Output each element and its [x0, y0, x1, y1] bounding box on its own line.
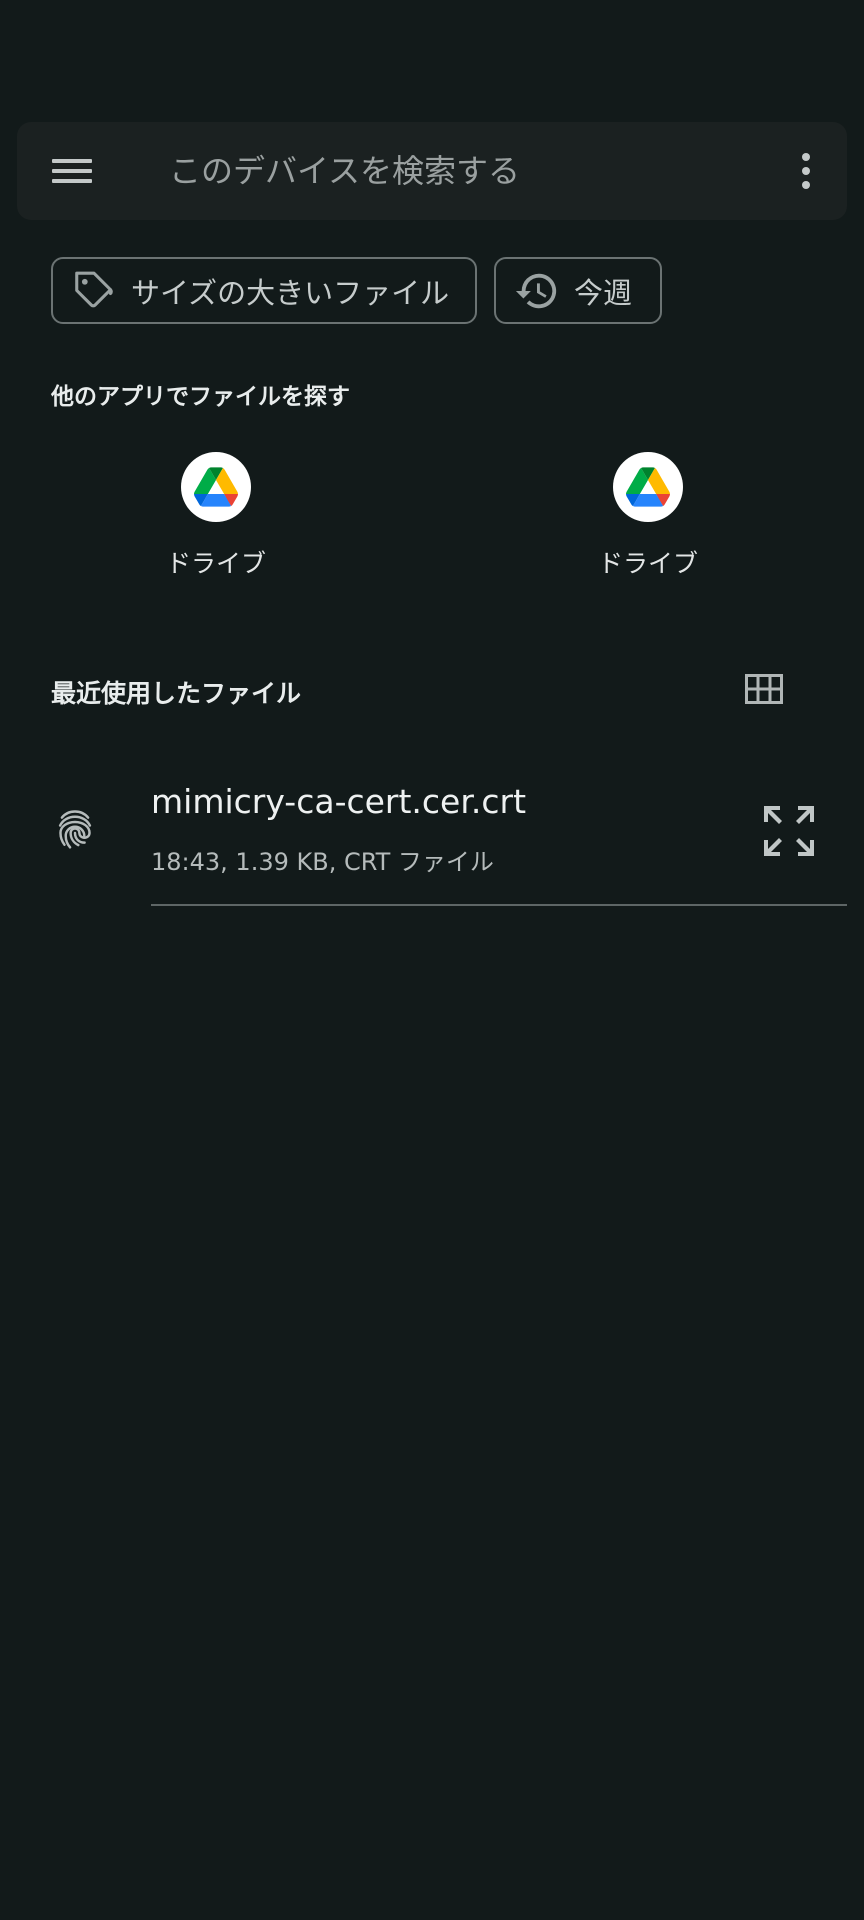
chip-label: サイズの大きいファイル: [131, 275, 450, 310]
google-drive-icon: [613, 452, 683, 522]
expand-icon[interactable]: [762, 804, 816, 858]
app-drive-2[interactable]: ドライブ: [548, 452, 748, 580]
other-apps-title: 他のアプリでファイルを探す: [51, 384, 350, 410]
history-icon: [515, 273, 557, 308]
fingerprint-icon: [58, 810, 92, 849]
recent-files-title: 最近使用したファイル: [51, 679, 302, 708]
app-label: ドライブ: [165, 549, 266, 578]
file-name: mimicry-ca-cert.cer.crt: [151, 782, 527, 821]
menu-icon[interactable]: [52, 151, 94, 191]
tag-icon: [75, 271, 113, 307]
divider: [151, 904, 847, 906]
app-drive-1[interactable]: ドライブ: [116, 452, 316, 580]
file-meta: 18:43, 1.39 KB, CRT ファイル: [151, 848, 494, 876]
grid-view-icon[interactable]: [745, 674, 783, 704]
google-drive-icon: [181, 452, 251, 522]
search-bar[interactable]: このデバイスを検索する: [17, 122, 847, 220]
files-app-screen: このデバイスを検索する サイズの大きいファイル 今週 他のアプリでファイルを探す: [0, 0, 864, 1920]
chip-label: 今週: [574, 275, 633, 310]
chip-this-week[interactable]: 今週: [494, 257, 662, 324]
list-item[interactable]: mimicry-ca-cert.cer.crt 18:43, 1.39 KB, …: [0, 770, 864, 906]
more-vert-icon[interactable]: [800, 153, 812, 189]
app-label: ドライブ: [597, 549, 698, 578]
search-input[interactable]: このデバイスを検索する: [169, 150, 520, 192]
chip-large-files[interactable]: サイズの大きいファイル: [51, 257, 477, 324]
